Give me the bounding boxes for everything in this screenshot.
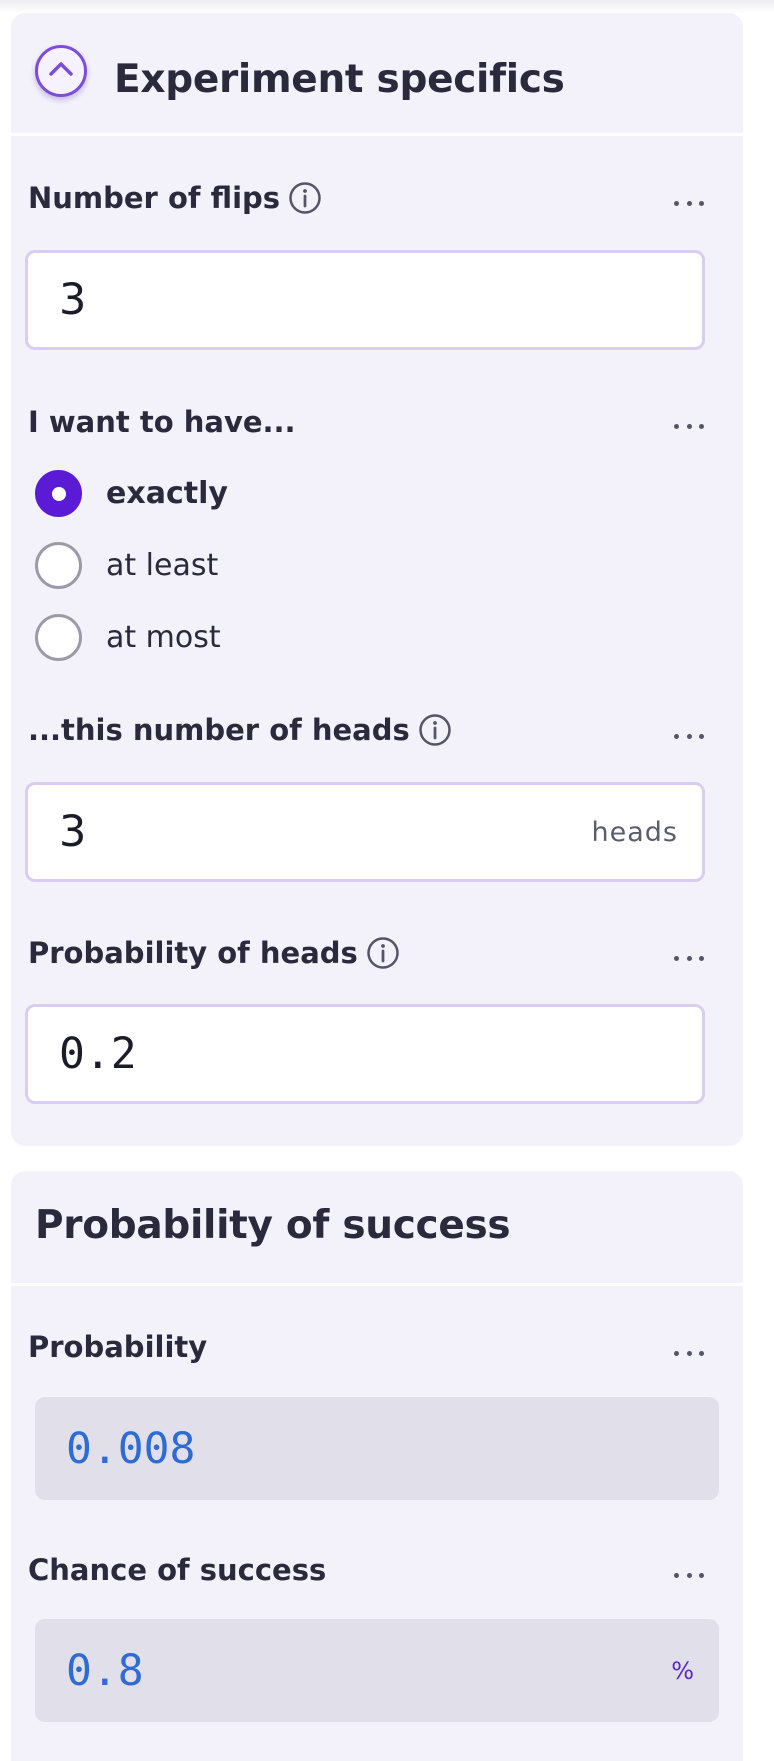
radio-exactly[interactable]: exactly [35, 470, 228, 517]
radio-checked-icon[interactable] [35, 470, 82, 517]
prob-heads-label: Probability of heads [28, 936, 358, 970]
radio-at-least[interactable]: at least [35, 542, 218, 589]
more-dots-icon[interactable] [674, 1570, 704, 1580]
flips-value: 3 [59, 275, 87, 325]
chance-value: 0.8 [66, 1645, 144, 1696]
more-dots-icon[interactable] [674, 731, 704, 741]
info-icon[interactable] [288, 181, 322, 215]
collapse-button[interactable] [35, 45, 87, 97]
radio-label: at least [106, 548, 219, 583]
info-icon[interactable] [418, 713, 452, 747]
experiment-specifics-header: Experiment specifics [11, 13, 743, 136]
flips-label: Number of flips [28, 181, 281, 215]
more-dots-icon[interactable] [674, 421, 704, 431]
page-top-edge [0, 0, 774, 14]
flips-input[interactable]: 3 [25, 250, 705, 350]
chevron-up-icon [48, 61, 74, 81]
heads-input[interactable]: 3 heads [25, 782, 705, 882]
chance-unit: % [671, 1656, 695, 1685]
info-icon[interactable] [366, 936, 400, 970]
radio-unchecked-icon[interactable] [35, 614, 82, 661]
flips-label-row: Number of flips [28, 181, 322, 215]
probability-label: Probability [28, 1330, 208, 1364]
heads-label-row: ...this number of heads [28, 713, 452, 747]
want-label: I want to have... [28, 405, 296, 439]
section-title: Experiment specifics [114, 57, 565, 102]
more-dots-icon[interactable] [674, 198, 704, 208]
more-dots-icon[interactable] [674, 953, 704, 963]
radio-label: at most [106, 620, 221, 655]
chance-label: Chance of success [28, 1553, 327, 1587]
chance-output: 0.8 % [35, 1619, 719, 1722]
want-label-row: I want to have... [28, 405, 296, 439]
section-title: Probability of success [35, 1203, 511, 1248]
probability-value: 0.008 [66, 1423, 196, 1474]
prob-heads-label-row: Probability of heads [28, 936, 400, 970]
heads-unit: heads [591, 816, 678, 848]
probability-label-row: Probability [28, 1330, 207, 1364]
chance-label-row: Chance of success [28, 1553, 326, 1587]
prob-heads-value: 0.2 [59, 1029, 137, 1079]
prob-heads-input[interactable]: 0.2 [25, 1004, 705, 1104]
heads-value: 3 [59, 807, 87, 857]
radio-unchecked-icon[interactable] [35, 542, 82, 589]
more-dots-icon[interactable] [674, 1348, 704, 1358]
radio-at-most[interactable]: at most [35, 614, 221, 661]
radio-label: exactly [106, 476, 228, 511]
probability-output: 0.008 [35, 1397, 719, 1500]
heads-label: ...this number of heads [28, 713, 410, 747]
